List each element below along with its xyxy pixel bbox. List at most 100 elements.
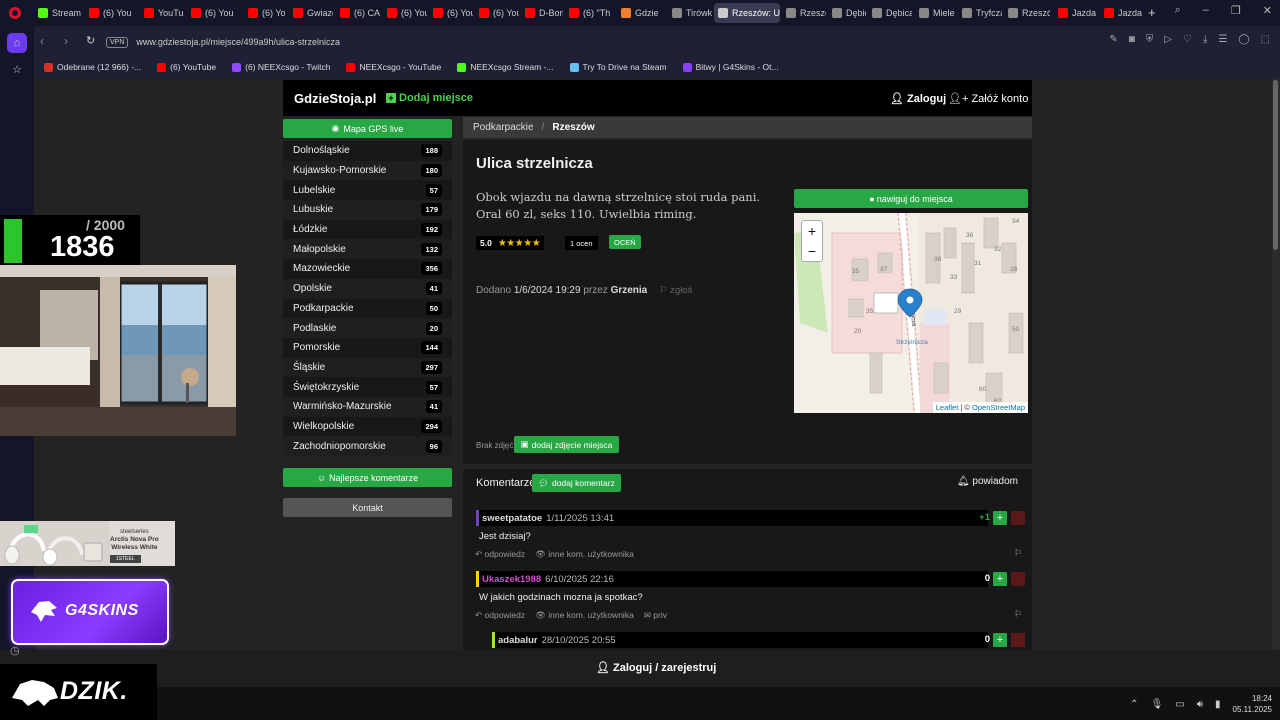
login-link[interactable]: 👤︎ Zaloguj [890,92,946,105]
microphone-icon[interactable]: 🎙︎ [1151,699,1164,710]
gps-map-button[interactable]: ◉ Mapa GPS live [283,119,452,138]
rate-button[interactable]: OCEŃ [609,235,641,249]
other-comments-link[interactable]: 👁︎ inne kom. użytkownika [535,549,634,560]
upvote-button[interactable]: + [993,511,1007,525]
shield-icon[interactable]: ⛨ [1146,34,1154,45]
private-message-link[interactable]: ✉ priv [644,610,667,621]
author-link[interactable]: Grzenia [611,285,648,296]
url-field[interactable]: VPN www.gdziestoja.pl/miejsce/499a9h/uli… [106,31,1280,53]
region-item[interactable]: Świętokrzyskie 57 [283,377,452,397]
region-item[interactable]: Dolnośląskie 188 [283,141,452,161]
minimize-icon[interactable]: – [1203,4,1209,17]
bookmark-item[interactable]: Try To Drive na Steam [569,62,667,72]
map[interactable]: 343632382835373133355029606220 rzelnicza… [794,213,1028,413]
browser-tab[interactable]: (6) You [429,3,473,23]
region-item[interactable]: Lubuskie 179 [283,200,452,220]
breadcrumb-parent[interactable]: Podkarpackie [473,122,534,133]
reply-link[interactable]: ↶ odpowiedz [475,610,525,621]
scrollbar-thumb[interactable] [1273,80,1278,250]
browser-tab[interactable]: Gdzie [617,3,665,23]
extensions-icon[interactable]: ⬚ [1261,34,1270,45]
osm-link[interactable]: OpenStreetMap [972,403,1025,412]
report-comment-flag-icon[interactable]: ⚐ [1014,609,1022,620]
vpn-badge[interactable]: VPN [106,36,129,48]
browser-tab[interactable]: Tryfcza [958,3,1002,23]
browser-tab[interactable]: Gwiazd [289,3,333,23]
edit-icon[interactable]: ✎ [1109,34,1117,45]
browser-tab[interactable]: (6) "Th [565,3,615,23]
region-item[interactable]: Zachodniopomorskie 96 [283,436,452,456]
add-photo-button[interactable]: ▣ dodaj zdjęcie miejsca [514,436,619,453]
zoom-out-button[interactable]: − [808,243,816,259]
display-icon[interactable]: ▭ [1175,699,1184,710]
browser-tab[interactable]: (6) You [383,3,427,23]
browser-tab[interactable]: (6) You [187,3,241,23]
zoom-in-button[interactable]: + [808,223,816,239]
upvote-button[interactable]: + [993,572,1007,586]
downvote-button[interactable] [1011,511,1025,525]
browser-tab[interactable]: D-Bom [521,3,563,23]
region-item[interactable]: Warmińsko-Mazurskie 41 [283,396,452,417]
forward-icon[interactable]: › [64,34,68,48]
browser-tab[interactable]: Dębica [828,3,866,23]
browser-tab[interactable]: (6) You [244,3,286,23]
region-item[interactable]: Podlaskie 20 [283,318,452,338]
heart-icon[interactable]: ♡ [1183,34,1192,45]
region-item[interactable]: Lubelskie 57 [283,180,452,201]
region-item[interactable]: Łódzkie 192 [283,219,452,240]
region-item[interactable]: Mazowieckie 356 [283,259,452,279]
comment-author[interactable]: sweetpatatoe [482,513,542,524]
bookmark-item[interactable]: NEEXcsgo Stream -... [457,62,554,72]
download-icon[interactable]: ⤓ [1203,34,1207,45]
browser-tab[interactable]: (6) You [85,3,137,23]
workspace-icon[interactable]: ⌂ [7,33,27,53]
downvote-button[interactable] [1011,572,1025,586]
browser-tab[interactable]: YouTub [140,3,184,23]
navigate-button[interactable]: ● nawiguj do miejsca [794,189,1028,208]
url-text[interactable]: www.gdziestoja.pl/miejsce/499a9h/ulica-s… [136,37,340,47]
browser-tab[interactable]: (6) You [475,3,519,23]
browser-tab[interactable]: Rzeszó [782,3,826,23]
browser-tab[interactable]: Rzeszów: Uli [714,3,780,23]
region-item[interactable]: Kujawsko-Pomorskie 180 [283,160,452,181]
restore-icon[interactable]: ❐ [1231,4,1241,17]
bottom-login-link[interactable]: 👤︎ Zaloguj / zarejestruj [596,661,716,674]
add-comment-button[interactable]: 💬︎ dodaj komentarz [532,474,621,492]
browser-tab[interactable]: Rzeszó [1004,3,1050,23]
reply-link[interactable]: ↶ odpowiedz [475,549,525,560]
history-icon[interactable]: ◷ [10,644,20,657]
browser-tab[interactable]: Tirówk [668,3,712,23]
opera-logo-icon[interactable] [9,7,21,19]
region-item[interactable]: Podkarpackie 50 [283,298,452,319]
region-item[interactable]: Wielkopolskie 294 [283,416,452,437]
chevron-up-icon[interactable]: ⌃ [1130,699,1138,710]
notify-button[interactable]: 🔔︎ powiadom [957,476,1018,487]
upvote-button[interactable]: + [993,633,1007,647]
report-link[interactable]: ⚐ zgłoś [659,285,692,296]
browser-tab[interactable]: Dębica [868,3,912,23]
battery-icon[interactable]: ▮ [1215,699,1221,710]
contact-button[interactable]: Kontakt [283,498,452,517]
report-comment-flag-icon[interactable]: ⚐ [1014,548,1022,559]
bookmark-item[interactable]: Bitwy | G4Skins - Ot... [682,62,779,72]
camera-icon[interactable]: ◙ [1129,34,1135,45]
region-item[interactable]: Pomorskie 144 [283,337,452,358]
new-tab-button[interactable]: + [1148,5,1156,20]
clock[interactable]: 18:24 05.11.2025 [1233,693,1272,715]
browser-tab[interactable]: (6) CAI [336,3,380,23]
browser-tab[interactable]: Stream [34,3,82,23]
play-icon[interactable]: ▷ [1164,34,1172,45]
comment-author[interactable]: Ukaszek1988 [482,574,541,585]
register-link[interactable]: 👤︎+ Załóż konto [948,92,1028,105]
add-place-link[interactable]: + Dodaj miejsce [386,92,473,104]
pinboard-icon[interactable]: ☆ [7,59,27,79]
bookmark-item[interactable]: NEEXcsgo - YouTube [346,62,441,72]
bookmark-item[interactable]: (6) NEEXcsgo - Twitch [232,62,330,72]
comment-author[interactable]: adabalur [498,635,538,646]
bookmark-item[interactable]: (6) YouTube [157,62,216,72]
back-icon[interactable]: ‹ [40,34,44,48]
close-icon[interactable]: ✕ [1263,4,1272,17]
downvote-button[interactable] [1011,633,1025,647]
best-comments-button[interactable]: ☺ Najlepsze komentarze [283,468,452,487]
browser-tab[interactable]: Jazda p [1100,3,1144,23]
